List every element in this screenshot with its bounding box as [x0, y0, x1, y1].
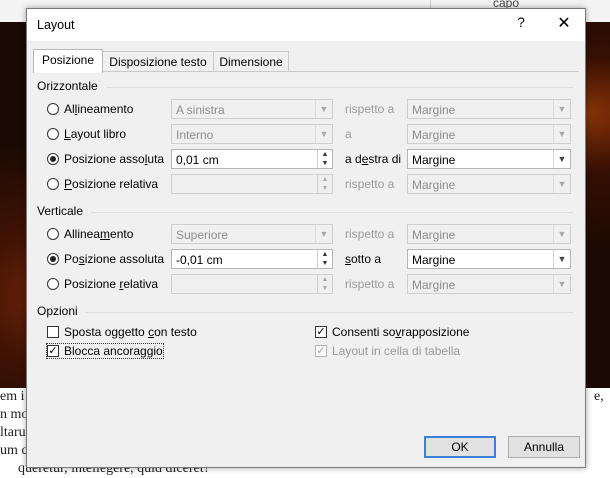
chevron-down-icon: ▼ — [315, 225, 332, 243]
spin-arrows-icon[interactable]: ▲ ▼ — [317, 150, 332, 168]
radio-posizione-assoluta-orizzontale[interactable]: Posizione assoluta — [47, 152, 164, 166]
radio-button[interactable] — [47, 278, 59, 290]
spin-arrows-icon[interactable]: ▲ ▼ — [317, 275, 332, 293]
radio-button[interactable] — [47, 128, 59, 140]
radio-button[interactable] — [47, 153, 59, 165]
riferimento-posizione-orizzontale-select[interactable]: Margine ▼ — [407, 149, 571, 169]
riferimento-posizione-verticale-select[interactable]: Margine ▼ — [407, 249, 571, 269]
radio-label: Posizione relativa — [64, 277, 159, 291]
dialog-titlebar: Layout ? ✕ — [27, 9, 585, 41]
radio-button[interactable] — [47, 178, 59, 190]
tab-disposizione-testo[interactable]: Disposizione testo — [101, 51, 215, 72]
spin-arrows-icon[interactable]: ▲ ▼ — [317, 250, 332, 268]
riferimento-relativa-orizzontale-select[interactable]: Margine ▼ — [407, 174, 571, 194]
relation-label: rispetto a — [345, 227, 395, 241]
ok-button[interactable]: OK — [424, 436, 496, 458]
radio-button[interactable] — [47, 253, 59, 265]
checkbox-consenti-sovrapposizione[interactable]: ✓ Consenti sovrapposizione — [315, 325, 469, 339]
layout-libro-select[interactable]: Interno ▼ — [171, 124, 333, 144]
checkbox-label: Sposta oggetto con testo — [64, 325, 197, 339]
check-icon[interactable]: ✓ — [47, 345, 59, 357]
relation-label: rispetto a — [345, 277, 395, 291]
chevron-down-icon: ▼ — [553, 175, 570, 193]
checkbox-label: Consenti sovrapposizione — [332, 325, 470, 339]
posizione-assoluta-orizzontale-input[interactable]: 0,01 cm ▲ ▼ — [171, 149, 333, 169]
posizione-assoluta-verticale-input[interactable]: -0,01 cm ▲ ▼ — [171, 249, 333, 269]
relation-label: a — [345, 127, 352, 141]
posizione-relativa-orizzontale-input[interactable]: ▲ ▼ — [171, 174, 333, 194]
chevron-down-icon: ▼ — [553, 100, 570, 118]
radio-label: Posizione assoluta — [64, 152, 165, 166]
relation-label: rispetto a — [345, 177, 395, 191]
radio-button[interactable] — [47, 228, 59, 240]
checkbox-label: Layout in cella di tabella — [332, 344, 461, 358]
allineamento-orizzontale-select[interactable]: A sinistra ▼ — [171, 99, 333, 119]
tab-posizione[interactable]: Posizione — [33, 49, 103, 73]
group-divider — [91, 212, 573, 213]
close-icon[interactable]: ✕ — [553, 13, 575, 35]
relation-label: rispetto a — [345, 102, 395, 116]
radio-allineamento-verticale[interactable]: Allineamento — [47, 227, 133, 241]
radio-posizione-relativa-orizzontale[interactable]: Posizione relativa — [47, 177, 158, 191]
radio-layout-libro[interactable]: Layout libro — [47, 127, 126, 141]
riferimento-allineamento-select[interactable]: Margine ▼ — [407, 99, 571, 119]
riferimento-relativa-verticale-select[interactable]: Margine ▼ — [407, 274, 571, 294]
radio-label: Layout libro — [64, 127, 127, 141]
radio-label: Allineamento — [64, 227, 134, 241]
radio-posizione-assoluta-verticale[interactable]: Posizione assoluta — [47, 252, 164, 266]
checkbox-layout-in-cella: ✓ Layout in cella di tabella — [315, 344, 460, 358]
radio-posizione-relativa-verticale[interactable]: Posizione relativa — [47, 277, 158, 291]
check-icon: ✓ — [315, 345, 327, 357]
group-verticale-label: Verticale — [37, 204, 84, 218]
group-divider — [107, 87, 573, 88]
spin-arrows-icon[interactable]: ▲ ▼ — [317, 175, 332, 193]
group-orizzontale-label: Orizzontale — [37, 79, 98, 93]
radio-button[interactable] — [47, 103, 59, 115]
riferimento-allineamento-verticale-select[interactable]: Margine ▼ — [407, 224, 571, 244]
radio-label: Posizione assoluta — [64, 252, 165, 266]
layout-dialog: Layout ? ✕ Posizione Disposizione testo … — [26, 8, 586, 468]
chevron-down-icon: ▼ — [553, 225, 570, 243]
group-divider — [85, 312, 573, 313]
tab-dimensione[interactable]: Dimensione — [213, 51, 289, 72]
dialog-title: Layout — [37, 18, 75, 32]
group-opzioni-label: Opzioni — [37, 304, 78, 318]
chevron-down-icon: ▼ — [553, 150, 570, 168]
chevron-down-icon: ▼ — [315, 100, 332, 118]
radio-label: Posizione relativa — [64, 177, 159, 191]
radio-allineamento-orizzontale[interactable]: Allineamento — [47, 102, 133, 116]
allineamento-verticale-select[interactable]: Superiore ▼ — [171, 224, 333, 244]
checkbox-blocca-ancoraggio[interactable]: ✓ Blocca ancoraggio — [46, 343, 164, 359]
checkbox-sposta-oggetto[interactable]: Sposta oggetto con testo — [47, 325, 197, 339]
relation-label: a destra di — [345, 152, 402, 166]
cancel-button[interactable]: Annulla — [508, 436, 580, 458]
checkbox[interactable] — [47, 326, 59, 338]
chevron-down-icon: ▼ — [553, 125, 570, 143]
checkbox-label: Blocca ancoraggio — [64, 344, 163, 358]
chevron-down-icon: ▼ — [315, 125, 332, 143]
posizione-relativa-verticale-input[interactable]: ▲ ▼ — [171, 274, 333, 294]
chevron-down-icon: ▼ — [553, 275, 570, 293]
riferimento-layout-libro-select[interactable]: Margine ▼ — [407, 124, 571, 144]
tab-panel-posizione: Orizzontale Allineamento A sinistra ▼ ris… — [33, 71, 579, 428]
radio-label: Allineamento — [64, 102, 134, 116]
check-icon[interactable]: ✓ — [315, 326, 327, 338]
help-icon[interactable]: ? — [511, 14, 531, 34]
relation-label: sotto a — [345, 252, 382, 266]
chevron-down-icon: ▼ — [553, 250, 570, 268]
